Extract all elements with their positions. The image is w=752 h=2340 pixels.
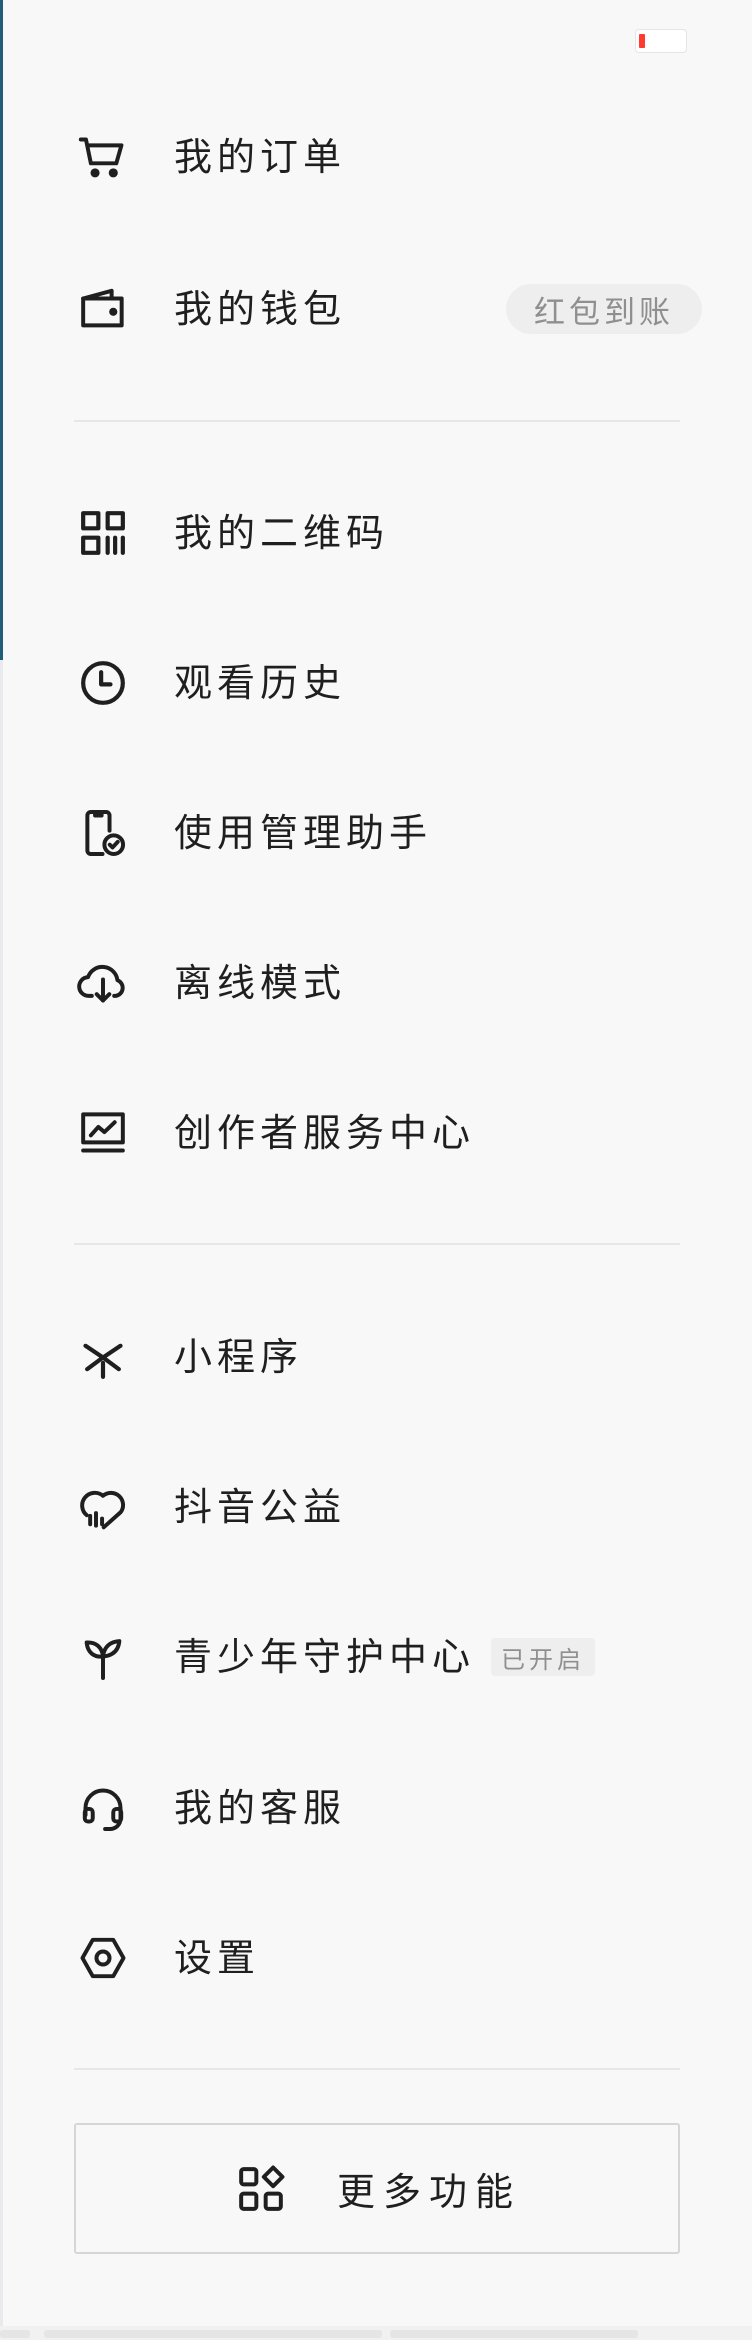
background-edge [0, 0, 3, 660]
red-packet-badge[interactable]: 红包到账 [506, 284, 702, 334]
cloud-download-icon [70, 950, 136, 1016]
bottom-segment [0, 2330, 30, 2338]
sprout-icon [70, 1624, 136, 1690]
menu-item-label: 我的二维码 [174, 511, 390, 555]
heart-charity-icon [70, 1474, 136, 1540]
menu-item-youth-protection[interactable]: 青少年守护中心 已开启 [70, 1616, 712, 1698]
menu-item-usage-assistant[interactable]: 使用管理助手 [70, 792, 712, 874]
monitor-chart-icon [70, 1100, 136, 1166]
menu-item-label: 我的钱包 [174, 287, 347, 331]
clock-icon [70, 650, 136, 716]
menu-item-wallet[interactable]: 我的钱包 红包到账 [70, 268, 712, 350]
bottom-scroll-area [0, 2326, 752, 2340]
menu-item-label: 抖音公益 [174, 1485, 347, 1529]
apps-grid-icon [233, 2161, 289, 2217]
battery-indicator [635, 29, 687, 53]
menu-item-customer-service[interactable]: 我的客服 [70, 1767, 712, 1849]
menu-item-label: 小程序 [174, 1335, 304, 1379]
menu-item-label: 离线模式 [174, 961, 347, 1005]
menu-item-mini-programs[interactable]: 小程序 [70, 1316, 712, 1398]
menu-item-label: 创作者服务中心 [174, 1111, 476, 1155]
status-tag: 已开启 [491, 1638, 596, 1676]
menu-item-charity[interactable]: 抖音公益 [70, 1466, 712, 1548]
mini-program-icon [70, 1324, 136, 1390]
bottom-segment [390, 2330, 638, 2338]
section-divider [74, 2068, 680, 2070]
menu-item-watch-history[interactable]: 观看历史 [70, 642, 712, 724]
menu-item-offline-mode[interactable]: 离线模式 [70, 942, 712, 1024]
section-divider [74, 1243, 680, 1245]
menu-item-creator-center[interactable]: 创作者服务中心 [70, 1092, 712, 1174]
qr-code-icon [70, 500, 136, 566]
phone-check-icon [70, 800, 136, 866]
menu-item-label: 我的订单 [174, 135, 347, 179]
menu-item-label: 我的客服 [174, 1786, 347, 1830]
more-features-button[interactable]: 更多功能 [74, 2123, 680, 2254]
more-features-label: 更多功能 [336, 2170, 521, 2214]
menu-item-orders[interactable]: 我的订单 [70, 116, 712, 198]
wallet-icon [70, 276, 136, 342]
battery-level-fill [639, 34, 645, 48]
section-divider [74, 420, 680, 422]
menu-item-qr-code[interactable]: 我的二维码 [70, 492, 712, 574]
menu-item-label: 观看历史 [174, 661, 347, 705]
menu-item-label: 设置 [174, 1936, 261, 1980]
headset-icon [70, 1775, 136, 1841]
settings-hex-icon [70, 1925, 136, 1991]
bottom-segment [44, 2330, 382, 2338]
background-edge-light [0, 660, 3, 2340]
menu-item-label: 青少年守护中心 [174, 1635, 476, 1679]
menu-item-label: 使用管理助手 [174, 811, 433, 855]
shopping-cart-icon [70, 124, 136, 190]
menu-item-settings[interactable]: 设置 [70, 1917, 712, 1999]
